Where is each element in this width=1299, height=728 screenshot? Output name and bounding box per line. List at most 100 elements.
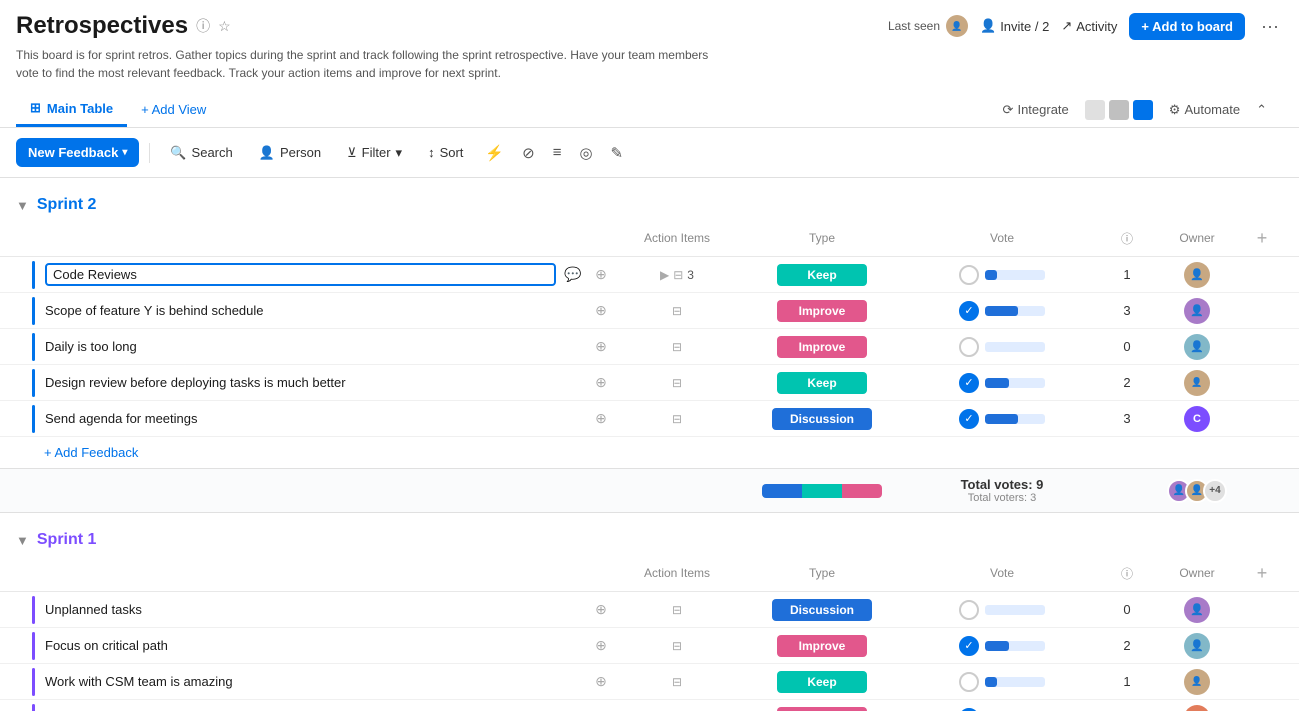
integrate-button[interactable]: ⟳ Integrate	[1003, 102, 1069, 118]
row-text[interactable]: Send agenda for meetings	[45, 411, 584, 426]
table-row: Daily is too long ⊕ ⊟ Improve 0 👤	[0, 329, 1299, 365]
chart-icon[interactable]: ◎	[573, 140, 598, 166]
sprint1-title[interactable]: Sprint 1	[37, 531, 97, 549]
collapse-button[interactable]: ⌃	[1256, 102, 1267, 118]
invite-button[interactable]: 👤 Invite / 2	[980, 18, 1049, 34]
row-text[interactable]: Design review before deploying tasks is …	[45, 375, 584, 390]
type-badge[interactable]: Improve	[777, 300, 867, 322]
row-text[interactable]: Daily is too long	[45, 339, 584, 354]
type-cell[interactable]: Keep	[742, 372, 902, 394]
sprint2-title[interactable]: Sprint 2	[37, 196, 97, 214]
owner-avatar[interactable]: 👤	[1184, 705, 1210, 712]
type-badge[interactable]: Keep	[777, 264, 867, 286]
sort-button[interactable]: ↕ Sort	[418, 139, 473, 166]
type-cell[interactable]: Improve	[742, 336, 902, 358]
type-cell[interactable]: Keep	[742, 264, 902, 286]
filter-button[interactable]: ⊻ Filter ▾	[337, 139, 412, 167]
action-items-cell: ▶ ⊟ 3	[612, 268, 742, 282]
more-options-button[interactable]: ···	[1257, 16, 1283, 37]
automate-button[interactable]: ⚙ Automate	[1169, 102, 1240, 118]
row-add-button[interactable]: ⊕	[590, 336, 612, 358]
unlink-icon[interactable]: ⊘	[516, 140, 541, 166]
action-items-cell: ⊟	[612, 675, 742, 689]
vote-circle[interactable]	[959, 600, 979, 620]
row-text[interactable]: Focus on critical path	[45, 638, 584, 653]
activity-button[interactable]: ↗ Activity	[1061, 18, 1117, 34]
vote-circle-checked[interactable]: ✓	[959, 409, 979, 429]
row-comment-button[interactable]: 💬	[562, 264, 584, 286]
row-add-button[interactable]: ⊕	[590, 264, 612, 286]
person-button[interactable]: 👤 Person	[249, 139, 331, 167]
row-add-button[interactable]: ⊕	[590, 599, 612, 621]
type-cell[interactable]: Improve	[742, 707, 902, 712]
new-feedback-button[interactable]: New Feedback ▾	[16, 138, 139, 167]
type-badge[interactable]: Discussion	[772, 408, 872, 430]
add-column-button[interactable]: +	[1248, 224, 1276, 252]
color-btn-3[interactable]	[1133, 100, 1153, 120]
col-info: ⓘ	[1102, 230, 1152, 247]
owner-avatar[interactable]: C	[1184, 406, 1210, 432]
main-content: ▼ Sprint 2 Action Items Type Vote ⓘ Owne…	[0, 178, 1299, 711]
vote-circle[interactable]	[959, 672, 979, 692]
row-text[interactable]: Scope of feature Y is behind schedule	[45, 303, 584, 318]
type-badge[interactable]: Discussion	[772, 599, 872, 621]
columns-icon[interactable]: ≡	[547, 140, 568, 165]
owner-avatar[interactable]: 👤	[1184, 370, 1210, 396]
row-text[interactable]: Unplanned tasks	[45, 602, 584, 617]
type-cell[interactable]: Keep	[742, 671, 902, 693]
owner-avatar[interactable]: 👤	[1184, 669, 1210, 695]
sprint2-group-header: ▼ Sprint 2	[0, 186, 1299, 220]
type-badge[interactable]: Improve	[777, 707, 867, 712]
row-add-button[interactable]: ⊕	[590, 635, 612, 657]
owner-avatar[interactable]: 👤	[1184, 633, 1210, 659]
edit-icon[interactable]: ✎	[605, 140, 630, 166]
sprint2-toggle[interactable]: ▼	[16, 198, 29, 213]
color-btn-2[interactable]	[1109, 100, 1129, 120]
owner-avatar[interactable]: 👤	[1184, 334, 1210, 360]
tab-main-table[interactable]: ⊞ Main Table	[16, 92, 127, 127]
add-to-board-button[interactable]: + Add to board	[1129, 13, 1245, 40]
search-button[interactable]: 🔍 Search	[160, 139, 242, 167]
row-add-button[interactable]: ⊕	[590, 372, 612, 394]
vote-circle-checked[interactable]: ✓	[959, 636, 979, 656]
add-column-button-s1[interactable]: +	[1248, 559, 1276, 587]
vote-circle[interactable]	[959, 265, 979, 285]
tab-add-view[interactable]: + Add View	[127, 94, 220, 125]
row-add-button[interactable]: ⊕	[590, 408, 612, 430]
row-add-button[interactable]: ⊕	[590, 707, 612, 712]
info-icon[interactable]: ⓘ	[196, 16, 210, 36]
count-cell: 1	[1102, 674, 1152, 689]
type-badge[interactable]: Improve	[777, 635, 867, 657]
vote-bar-container	[985, 605, 1045, 615]
row-add-button[interactable]: ⊕	[590, 300, 612, 322]
owner-cell: 👤	[1152, 633, 1242, 659]
type-badge[interactable]: Keep	[777, 372, 867, 394]
row-text[interactable]: improve our bugs process	[45, 710, 584, 711]
vote-circle-checked[interactable]: ✓	[959, 373, 979, 393]
sprint1-toggle[interactable]: ▼	[16, 533, 29, 548]
type-badge[interactable]: Improve	[777, 336, 867, 358]
row-text[interactable]: Code Reviews	[45, 263, 556, 286]
vote-bar	[985, 641, 1009, 651]
owner-avatar[interactable]: 👤	[1184, 597, 1210, 623]
col-action-items: Action Items	[612, 566, 742, 580]
row-add-button[interactable]: ⊕	[590, 671, 612, 693]
automate-icon: ⚙	[1169, 102, 1181, 118]
star-icon[interactable]: ☆	[218, 18, 231, 35]
vote-circle-checked[interactable]: ✓	[959, 708, 979, 712]
owner-avatar[interactable]: 👤	[1184, 262, 1210, 288]
type-cell[interactable]: Discussion	[742, 408, 902, 430]
row-text[interactable]: Work with CSM team is amazing	[45, 674, 584, 689]
type-cell[interactable]: Improve	[742, 635, 902, 657]
table-row: Code Reviews 💬 ⊕ ▶ ⊟ 3 Keep 1 👤	[0, 257, 1299, 293]
vote-circle-checked[interactable]: ✓	[959, 301, 979, 321]
link-icon[interactable]: ⚡	[479, 140, 510, 166]
add-feedback-button[interactable]: + Add Feedback	[44, 445, 138, 460]
color-btn-1[interactable]	[1085, 100, 1105, 120]
type-badge[interactable]: Keep	[777, 671, 867, 693]
col-action-items: Action Items	[612, 231, 742, 245]
type-cell[interactable]: Improve	[742, 300, 902, 322]
vote-circle[interactable]	[959, 337, 979, 357]
owner-avatar[interactable]: 👤	[1184, 298, 1210, 324]
type-cell[interactable]: Discussion	[742, 599, 902, 621]
